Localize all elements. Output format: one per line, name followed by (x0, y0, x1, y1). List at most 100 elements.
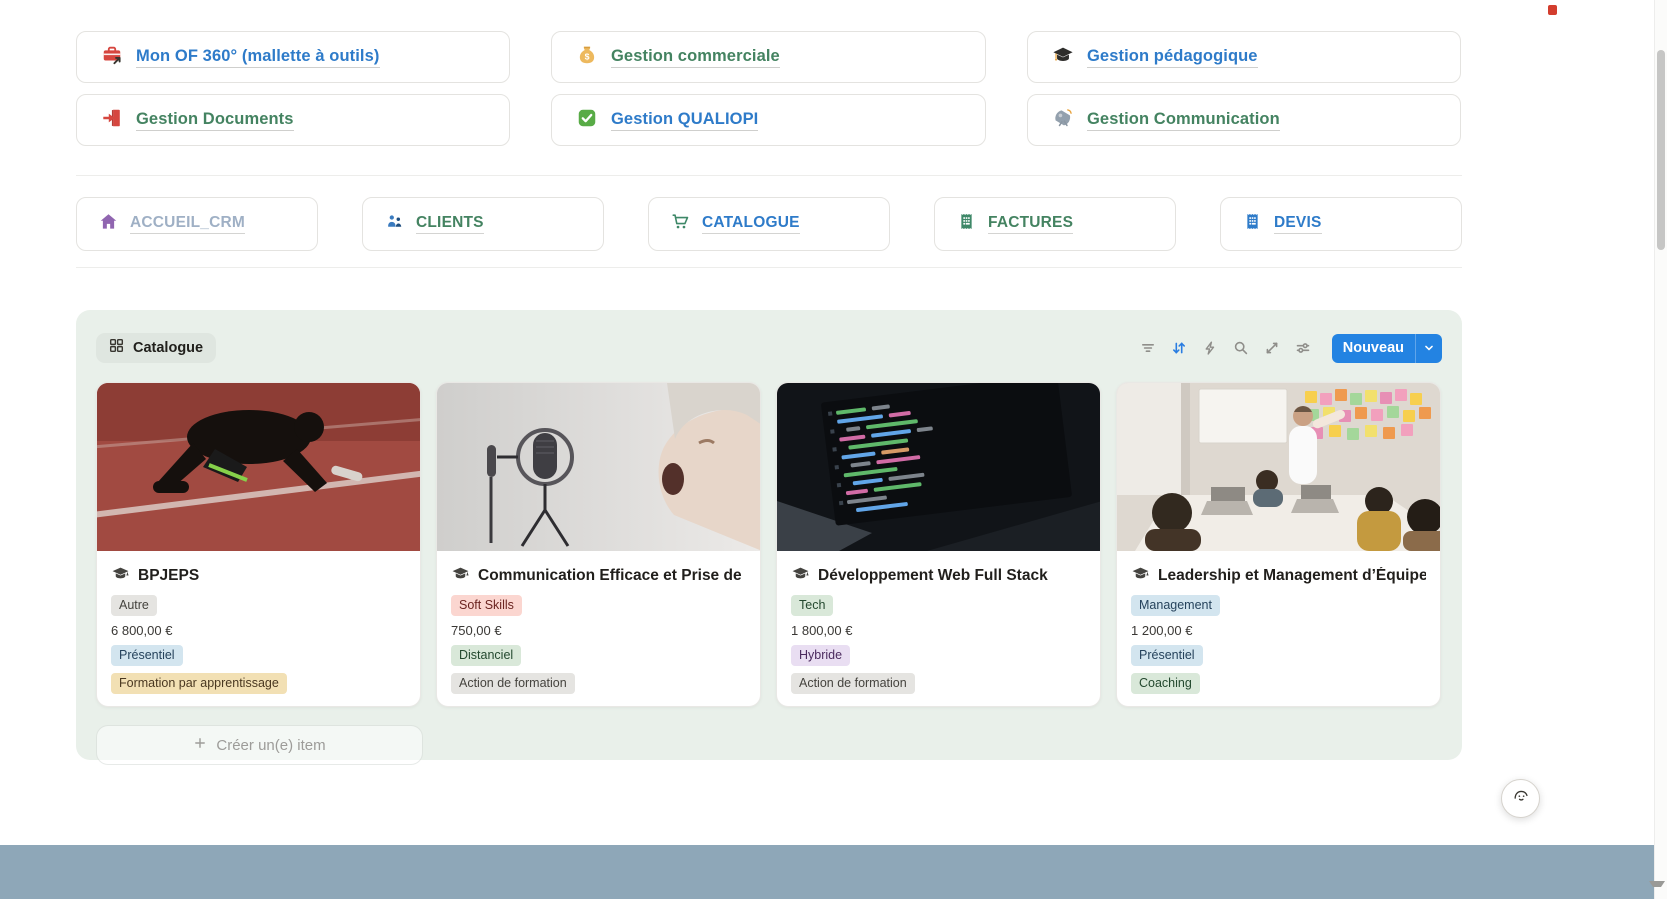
tag: Soft Skills (451, 595, 522, 616)
chevron-down-icon[interactable] (1415, 333, 1442, 363)
receipt-icon (1243, 212, 1262, 236)
quick-link-label: Gestion Communication (1087, 109, 1280, 132)
graduation-cap-icon (791, 564, 810, 588)
tag: Formation par apprentissage (111, 673, 287, 694)
card-category: Tech (791, 595, 1086, 616)
card-body: Communication Efficace et Prise de Parol… (437, 551, 760, 706)
card-modality: Distanciel (451, 645, 746, 666)
tag: Tech (791, 595, 834, 616)
card-body: Développement Web Full Stack Tech 1 800,… (777, 551, 1100, 706)
create-item-button[interactable]: Créer un(e) item (96, 725, 423, 765)
graduation-cap-icon (1052, 44, 1074, 71)
quick-link-gestion-qualiopi[interactable]: Gestion QUALIOPI (551, 94, 986, 146)
card-modality: Présentiel (1131, 645, 1426, 666)
card-category: Autre (111, 595, 406, 616)
card-body: BPJEPS Autre 6 800,00 € Présentiel Forma… (97, 551, 420, 706)
quick-link-label: Gestion pédagogique (1087, 46, 1258, 69)
tag: Hybride (791, 645, 851, 666)
ai-assistant-button[interactable] (1501, 779, 1540, 818)
new-button[interactable]: Nouveau (1331, 333, 1442, 363)
card-title: Communication Efficace et Prise de Parol… (478, 567, 746, 584)
card-title: BPJEPS (138, 567, 200, 584)
plus-icon (193, 736, 207, 755)
card-price: 6 800,00 € (111, 623, 173, 638)
crm-nav-label: CATALOGUE (702, 214, 800, 234)
card-price: 1 200,00 € (1131, 623, 1193, 638)
card-price: 1 800,00 € (791, 623, 853, 638)
card-title-row: BPJEPS (111, 564, 406, 588)
quick-link-gestion-communication[interactable]: Gestion Communication (1027, 94, 1461, 146)
toolbox-icon (101, 44, 123, 71)
tag: Présentiel (1131, 645, 1203, 666)
new-button-label[interactable]: Nouveau (1332, 334, 1415, 363)
crm-nav-label: DEVIS (1274, 214, 1322, 234)
card-title: Développement Web Full Stack (818, 567, 1048, 584)
card-title-row: Leadership et Management d’Équipe (1131, 564, 1426, 588)
card-modality: Présentiel (111, 645, 406, 666)
quick-link-label: Gestion commerciale (611, 46, 780, 69)
card-type: Action de formation (791, 673, 1086, 694)
sort-icon[interactable] (1169, 338, 1189, 358)
tag: Présentiel (111, 645, 183, 666)
gallery-card-dev-web[interactable]: Développement Web Full Stack Tech 1 800,… (776, 382, 1101, 707)
ai-face-icon (1511, 786, 1531, 811)
search-icon[interactable] (1231, 338, 1251, 358)
gallery-card-bpjeps[interactable]: BPJEPS Autre 6 800,00 € Présentiel Forma… (96, 382, 421, 707)
filter-icon[interactable] (1138, 338, 1158, 358)
money-bag-icon: $ (576, 44, 598, 71)
graduation-cap-icon (111, 564, 130, 588)
card-title-row: Développement Web Full Stack (791, 564, 1086, 588)
card-cover-code-screen (777, 383, 1100, 551)
quick-links-grid: Mon OF 360° (mallette à outils) $ Gestio… (76, 31, 1462, 146)
crm-nav-devis[interactable]: DEVIS (1220, 197, 1462, 251)
divider (76, 267, 1462, 268)
crm-nav-label: ACCUEIL_CRM (130, 214, 246, 234)
tag: Autre (111, 595, 157, 616)
quick-link-mon-of-360[interactable]: Mon OF 360° (mallette à outils) (76, 31, 510, 83)
tag: Management (1131, 595, 1220, 616)
view-tab-label: Catalogue (133, 340, 204, 356)
catalogue-header: Catalogue Nouveau (96, 333, 1442, 363)
card-category: Management (1131, 595, 1426, 616)
tag: Action de formation (451, 673, 575, 694)
gallery-card-communication[interactable]: Communication Efficace et Prise de Parol… (436, 382, 761, 707)
page: Mon OF 360° (mallette à outils) $ Gestio… (0, 0, 1667, 899)
scrollbar[interactable] (1649, 0, 1667, 899)
quick-link-gestion-documents[interactable]: Gestion Documents (76, 94, 510, 146)
card-title: Leadership et Management d’Équipe (1158, 567, 1426, 584)
red-marker (1548, 5, 1557, 15)
crm-nav-catalogue[interactable]: CATALOGUE (648, 197, 890, 251)
scrollbar-thumb[interactable] (1657, 50, 1665, 250)
view-tab-catalogue[interactable]: Catalogue (96, 333, 217, 363)
check-box-icon (576, 107, 598, 134)
card-cover-running-track (97, 383, 420, 551)
graduation-cap-icon (1131, 564, 1150, 588)
card-modality: Hybride (791, 645, 1086, 666)
view-settings-icon[interactable] (1293, 338, 1313, 358)
card-category: Soft Skills (451, 595, 746, 616)
crm-nav-clients[interactable]: CLIENTS (362, 197, 604, 251)
card-type: Formation par apprentissage (111, 673, 406, 694)
divider (76, 175, 1462, 176)
card-type: Coaching (1131, 673, 1426, 694)
automation-lightning-icon[interactable] (1200, 338, 1220, 358)
satellite-icon (1052, 107, 1074, 134)
crm-nav-accueil[interactable]: ACCUEIL_CRM (76, 197, 318, 251)
crm-nav-factures[interactable]: FACTURES (934, 197, 1176, 251)
quick-link-gestion-pedagogique[interactable]: Gestion pédagogique (1027, 31, 1461, 83)
expand-icon[interactable] (1262, 338, 1282, 358)
card-price: 750,00 € (451, 623, 502, 638)
quick-link-gestion-commerciale[interactable]: $ Gestion commerciale (551, 31, 986, 83)
svg-text:$: $ (585, 51, 590, 61)
crm-nav-label: CLIENTS (416, 214, 484, 234)
catalogue-toolbar: Nouveau (1138, 333, 1442, 363)
card-title-row: Communication Efficace et Prise de Parol… (451, 564, 746, 588)
card-body: Leadership et Management d’Équipe Manage… (1117, 551, 1440, 706)
house-icon (99, 212, 118, 236)
gallery-card-leadership[interactable]: Leadership et Management d’Équipe Manage… (1116, 382, 1441, 707)
crm-nav: ACCUEIL_CRM CLIENTS CATALOGUE FACTURES D… (76, 197, 1462, 251)
catalogue-section: Catalogue Nouveau BPJEPS Autre 6 800,00 … (76, 310, 1462, 765)
create-item-label: Créer un(e) item (216, 736, 326, 754)
tag: Coaching (1131, 673, 1200, 694)
scrollbar-down-arrow[interactable] (1649, 881, 1665, 895)
